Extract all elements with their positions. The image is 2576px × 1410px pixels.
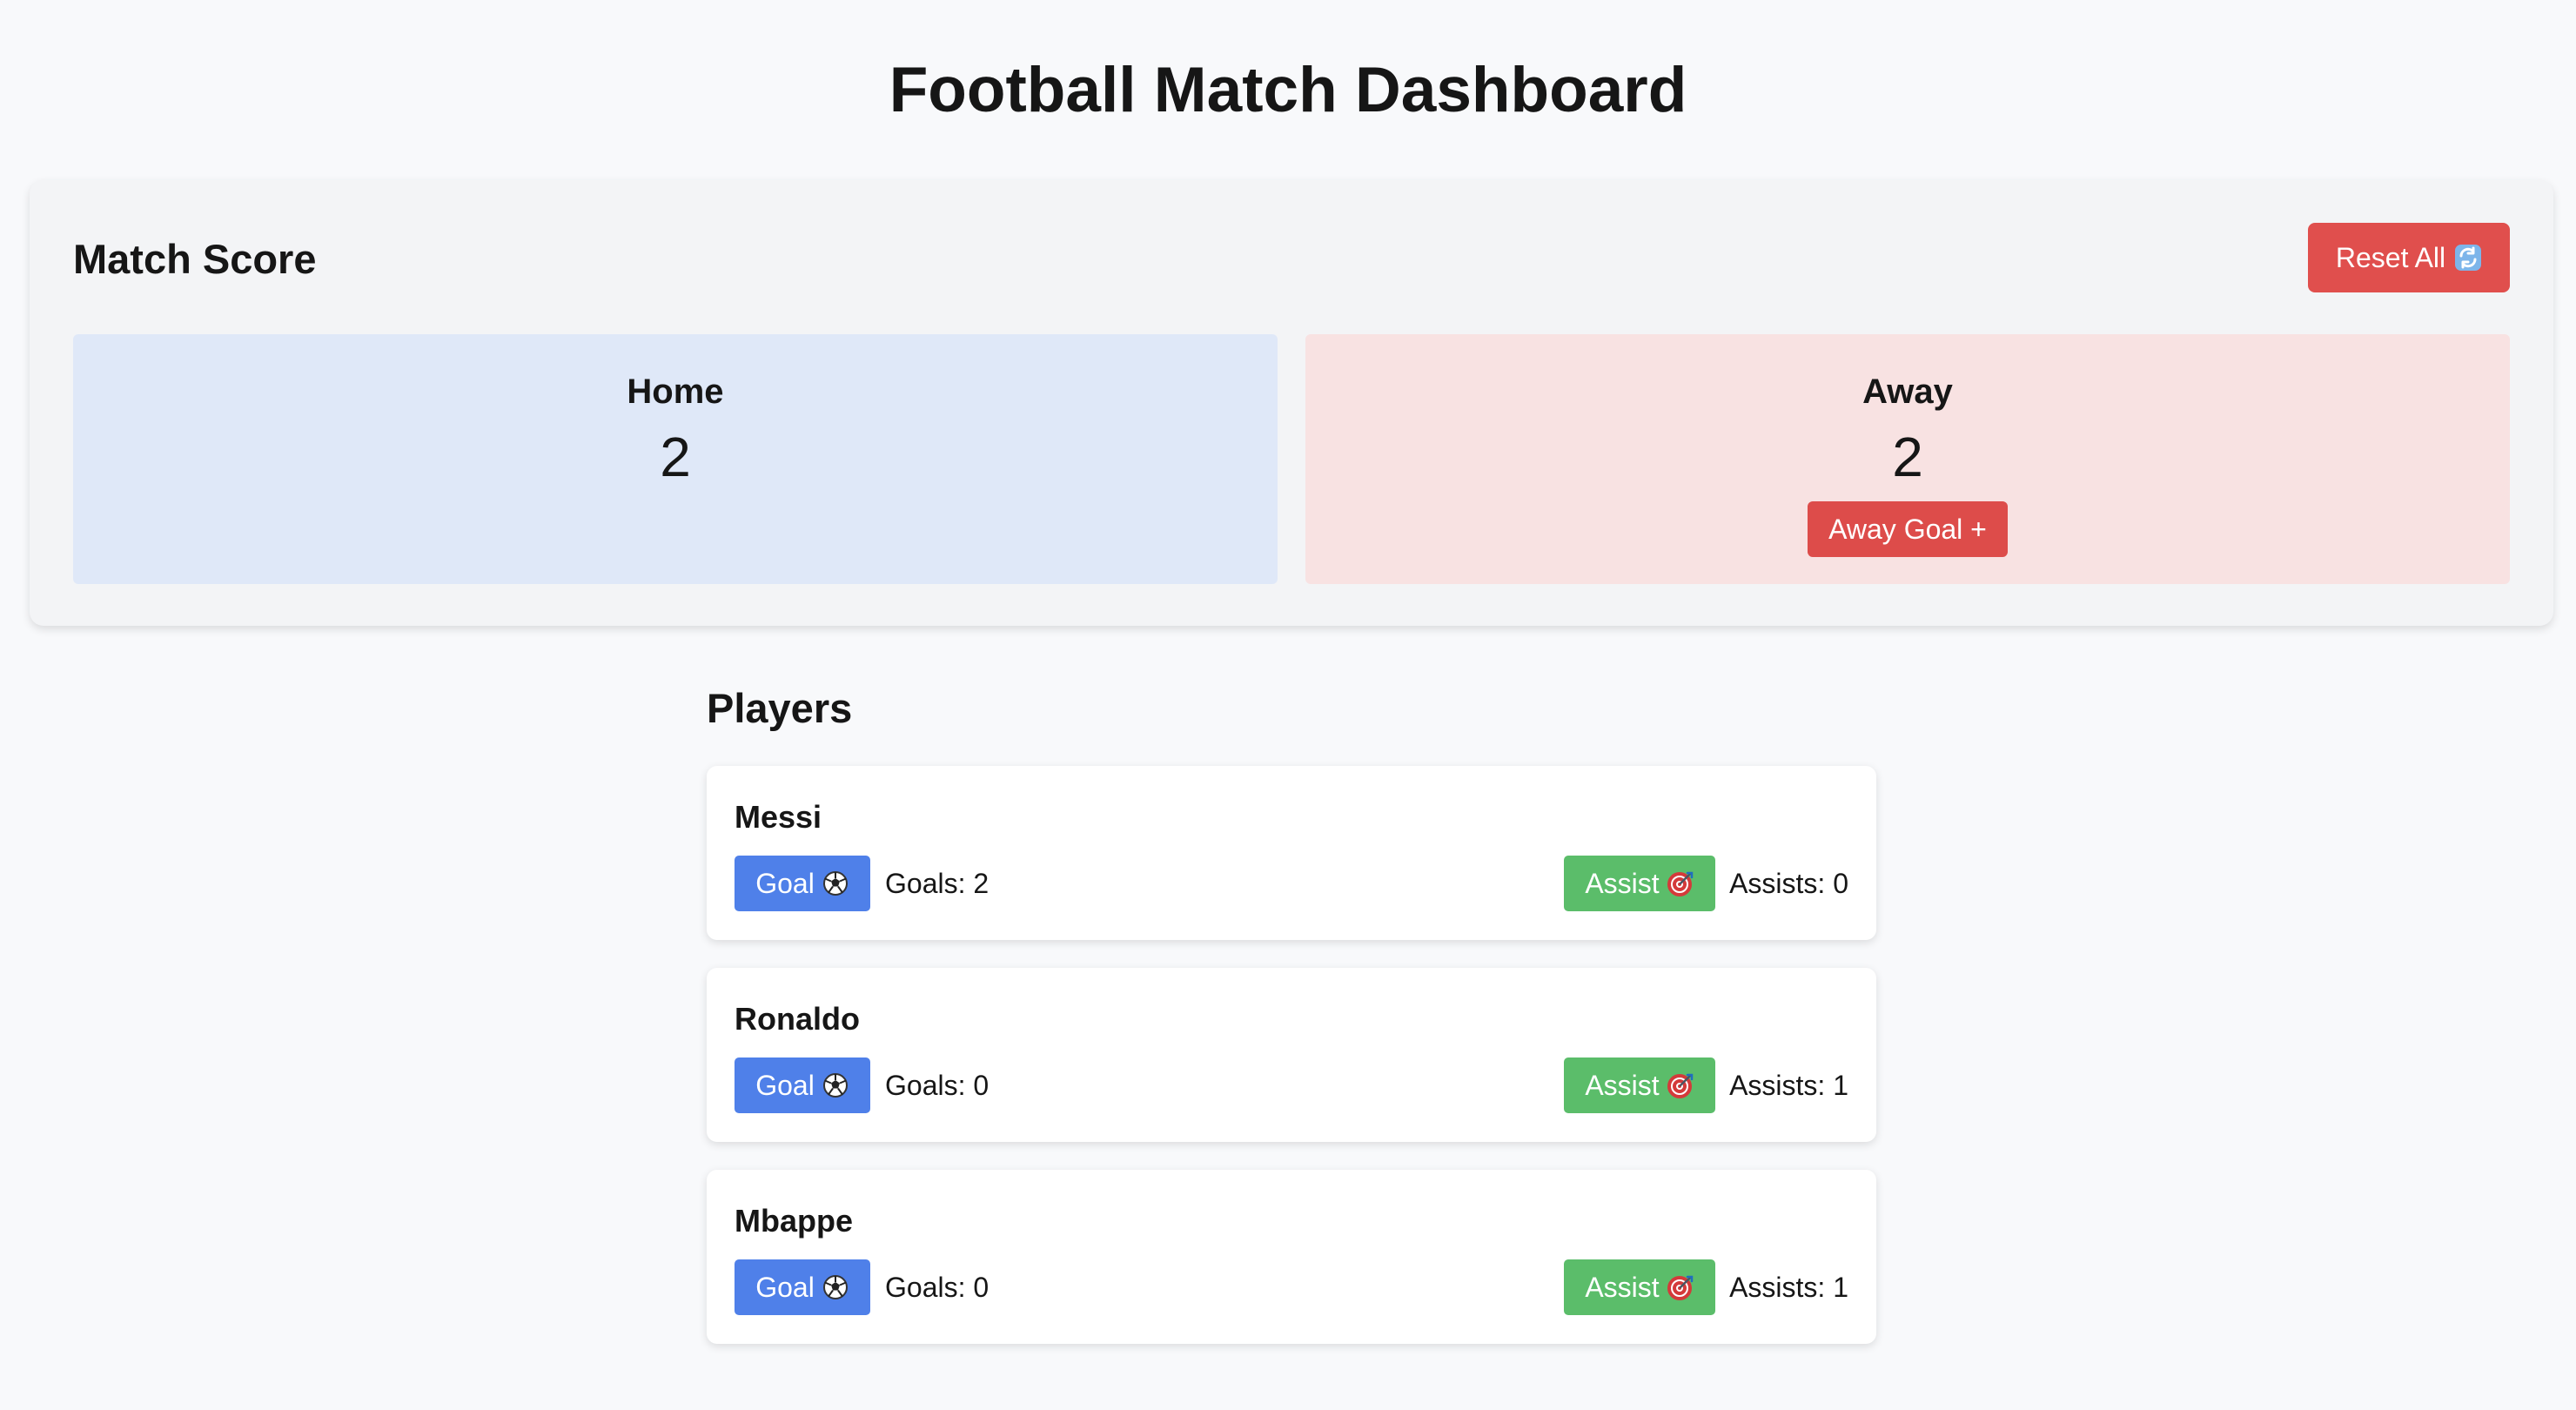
reset-all-button[interactable]: Reset All: [2308, 223, 2510, 292]
players-heading: Players: [707, 685, 853, 731]
goal-button-label: Goal: [755, 867, 815, 899]
soccer-ball-icon: [822, 870, 849, 897]
target-icon: [1667, 1273, 1694, 1301]
match-score-heading: Match Score: [73, 236, 317, 282]
assist-button-ronaldo[interactable]: Assist: [1564, 1058, 1715, 1113]
assists-count: Assists: 1: [1729, 1272, 1848, 1303]
player-name: Ronaldo: [735, 1001, 860, 1037]
soccer-ball-icon: [822, 1273, 849, 1301]
goal-button-label: Goal: [755, 1069, 815, 1101]
away-score: 2: [1892, 426, 1923, 488]
player-name: Mbappe: [735, 1203, 854, 1239]
goals-count: Goals: 2: [885, 868, 989, 899]
away-goal-button[interactable]: Away Goal +: [1808, 501, 2008, 557]
goal-button-mbappe[interactable]: Goal: [735, 1259, 870, 1315]
assist-button-label: Assist: [1585, 1069, 1660, 1101]
assist-button-label: Assist: [1585, 867, 1660, 899]
assist-button-mbappe[interactable]: Assist: [1564, 1259, 1715, 1315]
player-name: Messi: [735, 799, 822, 835]
target-icon: [1667, 870, 1694, 897]
target-icon: [1667, 1071, 1694, 1099]
player-card-ronaldo: Ronaldo Goal Goals: 0 Assist Assists: 1: [707, 968, 1876, 1142]
reset-all-label: Reset All: [2335, 241, 2446, 273]
away-team-name: Away: [1862, 373, 1953, 411]
home-score: 2: [660, 426, 691, 488]
away-team-card: Away 2 Away Goal +: [1305, 334, 2510, 584]
page-title: Football Match Dashboard: [889, 55, 1687, 125]
match-score-panel: Match Score Reset All Home 2 Away 2 Away…: [30, 180, 2553, 626]
assists-count: Assists: 0: [1729, 868, 1848, 899]
home-team-name: Home: [627, 373, 724, 411]
player-card-messi: Messi Goal Goals: 2 Assist Assists: 0: [707, 766, 1876, 940]
refresh-icon: [2454, 244, 2482, 272]
soccer-ball-icon: [822, 1071, 849, 1099]
player-card-mbappe: Mbappe Goal Goals: 0 Assist Assists: 1: [707, 1170, 1876, 1344]
goal-button-ronaldo[interactable]: Goal: [735, 1058, 870, 1113]
goals-count: Goals: 0: [885, 1070, 989, 1101]
goal-button-messi[interactable]: Goal: [735, 856, 870, 911]
goal-button-label: Goal: [755, 1271, 815, 1303]
assist-button-label: Assist: [1585, 1271, 1660, 1303]
assist-button-messi[interactable]: Assist: [1564, 856, 1715, 911]
assists-count: Assists: 1: [1729, 1070, 1848, 1101]
goals-count: Goals: 0: [885, 1272, 989, 1303]
home-team-card: Home 2: [73, 334, 1278, 584]
